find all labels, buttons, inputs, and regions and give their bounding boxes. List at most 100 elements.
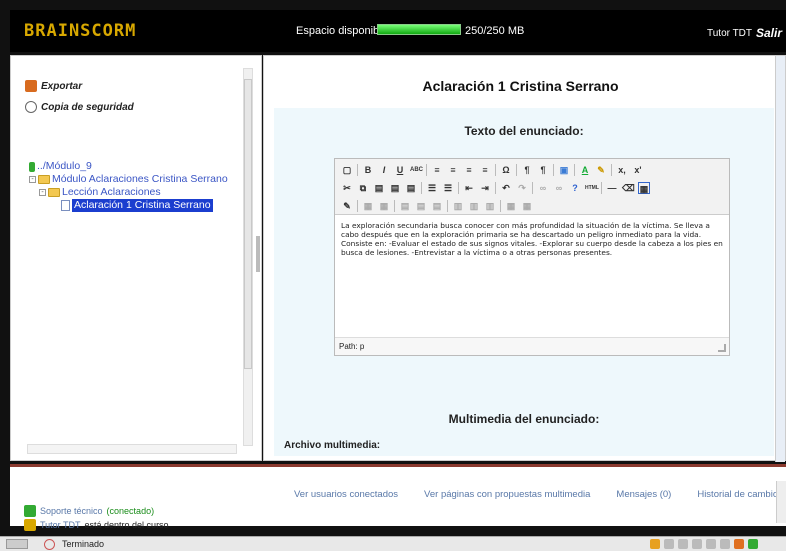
justify-icon[interactable]: ≡ [479,164,491,176]
undo-icon[interactable]: ↶ [500,182,512,194]
tutor-status-text: está dentro del curso [84,520,169,530]
font-color-icon[interactable]: A [579,164,591,176]
space-label: Espacio disponible [296,25,388,37]
status-menu-icon[interactable] [6,539,28,549]
export-action[interactable]: Exportar [25,80,82,92]
rtl-icon[interactable]: ¶ [537,164,549,176]
browser-status-bar: Terminado [0,536,786,551]
omega-icon[interactable]: Ω [500,164,512,176]
link-icon[interactable]: ∞ [537,182,549,194]
bullet-list-icon[interactable]: ☰ [426,182,438,194]
col-after-icon[interactable]: ▥ [468,200,480,212]
subscript-icon[interactable]: x, [616,164,628,176]
tree-module-label: Módulo Aclaraciones Cristina Serrano [52,173,228,185]
highlight-icon[interactable]: ✎ [595,164,607,176]
tray-icon-8[interactable] [748,539,758,549]
split-cells-icon[interactable]: ▦ [505,200,517,212]
col-before-icon[interactable]: ▥ [452,200,464,212]
underline-icon[interactable]: U [394,164,406,176]
statement-section: Texto del enunciado: ▢ B I U ABC ≡ ≡ ≡ ≡… [274,108,774,420]
space-value: 250/250 MB [465,25,525,37]
tree-hscrollbar[interactable] [27,444,237,454]
collapse-icon[interactable]: - [39,189,46,196]
editor-scrollbar[interactable] [775,56,785,462]
tree-lesson[interactable]: - Lección Aclaraciones [29,186,228,199]
row-before-icon[interactable]: ▤ [399,200,411,212]
course-tree-panel: Exportar Copia de seguridad ../Módulo_9 … [10,55,262,461]
export-icon [25,80,37,92]
link-change-history[interactable]: Historial de cambios [697,489,783,500]
rich-text-editor[interactable]: ▢ B I U ABC ≡ ≡ ≡ ≡ Ω ¶ ¶ ▣ A ✎ x, x' ✂ … [334,158,730,356]
italic-icon[interactable]: I [378,164,390,176]
link-multimedia-pages[interactable]: Ver páginas con propuestas multimedia [424,489,590,500]
folder-icon [48,188,60,197]
row-after-icon[interactable]: ▤ [415,200,427,212]
help-icon[interactable]: ? [569,182,581,194]
page-title: Aclaración 1 Cristina Serrano [422,78,619,94]
course-tree: ../Módulo_9 - Módulo Aclaraciones Cristi… [29,160,228,212]
table-icon[interactable]: ▦ [362,200,374,212]
user-name: Tutor TDT [707,28,753,39]
tree-page-label: Aclaración 1 Cristina Serrano [72,199,213,212]
indent-icon[interactable]: ⇥ [479,182,491,194]
app-header: BRAINSCORM Espacio disponible 250/250 MB… [10,10,786,52]
unlink-icon[interactable]: ∞ [553,182,565,194]
multimedia-section: Multimedia del enunciado: Archivo multim… [274,394,774,456]
align-center-icon[interactable]: ≡ [447,164,459,176]
tree-scrollbar[interactable] [243,68,253,446]
link-connected-users[interactable]: Ver usuarios conectados [294,489,398,500]
merge-cells-icon[interactable]: ▦ [521,200,533,212]
editor-content[interactable]: La exploración secundaria busca conocer … [341,221,723,257]
support-label[interactable]: Soporte técnico [40,506,103,516]
panel-splitter[interactable] [256,236,260,272]
tutor-avatar-icon [24,519,36,531]
browser-window: BRAINSCORM Espacio disponible 250/250 MB… [0,0,786,551]
tree-root[interactable]: ../Módulo_9 [29,160,228,173]
tray-icon-4[interactable] [692,539,702,549]
fullscreen-icon[interactable]: ▦ [638,181,650,194]
edit-icon[interactable]: ✎ [341,200,353,212]
delete-col-icon[interactable]: ▥ [484,200,496,212]
tray-icon-6[interactable] [720,539,730,549]
bottom-links: Ver usuarios conectados Ver páginas con … [294,489,783,500]
tray-icons [650,539,758,549]
paste-word-icon[interactable]: ▤ [405,182,417,194]
redo-icon[interactable]: ↷ [516,182,528,194]
bottom-scrollbar[interactable] [776,481,786,523]
bold-icon[interactable]: B [362,164,374,176]
paste-icon[interactable]: ▤ [373,182,385,194]
align-right-icon[interactable]: ≡ [463,164,475,176]
hr-icon[interactable]: — [606,182,618,194]
tutor-name[interactable]: Tutor TDT [40,520,81,530]
align-left-icon[interactable]: ≡ [431,164,443,176]
table-props-icon[interactable]: ▦ [378,200,390,212]
logout-link[interactable]: Salir [756,26,782,40]
html-icon[interactable]: HTML [585,182,599,194]
multimedia-title: Multimedia del enunciado: [448,412,600,426]
paste-text-icon[interactable]: ▤ [389,182,401,194]
backup-action[interactable]: Copia de seguridad [25,101,134,113]
number-list-icon[interactable]: ☰ [442,182,454,194]
ltr-icon[interactable]: ¶ [521,164,533,176]
eraser-icon[interactable]: ⌫ [622,182,635,194]
tray-icon-2[interactable] [664,539,674,549]
strike-icon[interactable]: ABC [410,164,423,176]
tray-icon-3[interactable] [678,539,688,549]
delete-row-icon[interactable]: ▤ [431,200,443,212]
tray-icon-1[interactable] [650,539,660,549]
resize-handle-icon[interactable] [718,344,726,352]
copy-icon[interactable]: ⧉ [357,182,369,194]
outdent-icon[interactable]: ⇤ [463,182,475,194]
new-doc-icon[interactable]: ▢ [341,164,353,176]
editor-panel: Aclaración 1 Cristina Serrano Texto del … [263,55,786,462]
tree-module[interactable]: - Módulo Aclaraciones Cristina Serrano [29,173,228,186]
collapse-icon[interactable]: - [29,176,36,183]
tray-icon-7[interactable] [734,539,744,549]
superscript-icon[interactable]: x' [632,164,644,176]
image-icon[interactable]: ▣ [558,164,570,176]
tray-icon-5[interactable] [706,539,716,549]
link-messages[interactable]: Mensajes (0) [616,489,671,500]
cut-icon[interactable]: ✂ [341,182,353,194]
tree-page[interactable]: Aclaración 1 Cristina Serrano [29,199,228,212]
backup-icon [25,101,37,113]
